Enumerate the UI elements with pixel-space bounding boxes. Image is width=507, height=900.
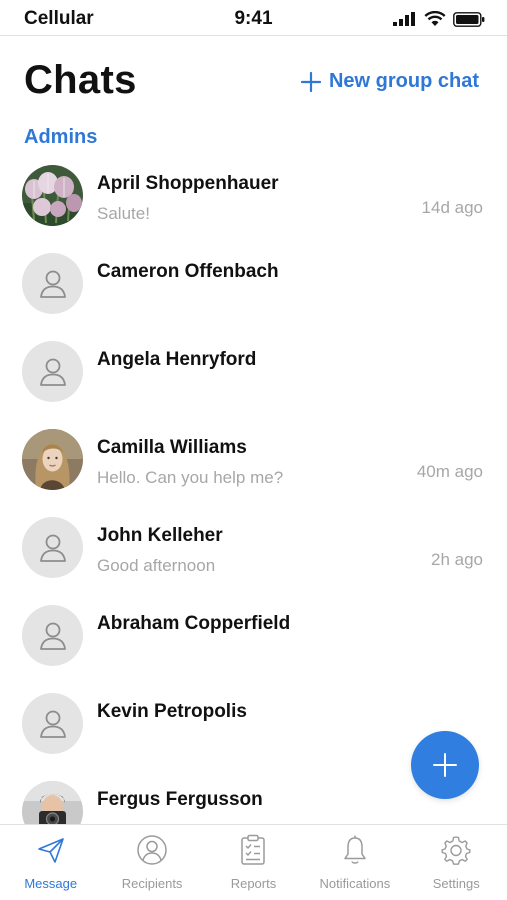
chat-name: Abraham Copperfield bbox=[97, 613, 291, 634]
tab-label: Settings bbox=[432, 876, 480, 891]
chat-preview: Hello. Can you help me? bbox=[97, 468, 284, 487]
chat-time: 14d ago bbox=[421, 198, 483, 217]
avatar bbox=[22, 341, 83, 402]
new-group-chat-button[interactable]: New group chat bbox=[300, 70, 479, 93]
user-placeholder-icon bbox=[39, 534, 66, 562]
chat-name: Camilla Williams bbox=[97, 437, 247, 458]
plus-icon bbox=[300, 71, 321, 92]
avatar bbox=[22, 517, 83, 578]
avatar bbox=[22, 605, 83, 666]
chat-name: Fergus Fergusson bbox=[97, 789, 263, 810]
battery-icon bbox=[453, 11, 485, 27]
gear-icon bbox=[441, 836, 471, 865]
chat-name: April Shoppenhauer bbox=[97, 173, 279, 194]
chat-row[interactable]: Camilla Williams Hello. Can you help me?… bbox=[0, 424, 507, 512]
user-placeholder-icon bbox=[39, 270, 66, 298]
user-placeholder-icon bbox=[39, 710, 66, 738]
tab-settings[interactable]: Settings bbox=[406, 825, 507, 900]
status-bar: Cellular 9:41 bbox=[0, 0, 507, 36]
tab-recipients[interactable]: Recipients bbox=[101, 825, 202, 900]
avatar bbox=[22, 253, 83, 314]
clipboard-checklist-icon bbox=[241, 834, 266, 865]
chat-name: Angela Henryford bbox=[97, 349, 257, 370]
tab-label: Reports bbox=[230, 876, 277, 891]
new-group-chat-label: New group chat bbox=[328, 70, 479, 92]
avatar-photo-tulips bbox=[22, 165, 83, 226]
tab-message[interactable]: Message bbox=[0, 825, 101, 900]
chat-row[interactable]: Abraham Copperfield bbox=[0, 600, 507, 688]
signal-icon bbox=[393, 12, 415, 26]
chat-name: Kevin Petropolis bbox=[97, 701, 247, 722]
tab-label: Message bbox=[24, 876, 78, 891]
chat-name: John Kelleher bbox=[97, 525, 223, 546]
chat-preview: Salute! bbox=[97, 204, 150, 223]
paper-plane-icon bbox=[37, 838, 64, 863]
bell-icon bbox=[344, 835, 366, 864]
tab-label: Notifications bbox=[319, 876, 391, 891]
avatar-photo-man-camera bbox=[22, 781, 83, 824]
tab-notifications[interactable]: Notifications bbox=[304, 825, 405, 900]
chat-preview: Good afternoon bbox=[97, 556, 216, 575]
tab-label: Recipients bbox=[121, 876, 183, 891]
avatar bbox=[22, 781, 83, 824]
chat-name: Cameron Offenbach bbox=[97, 261, 279, 282]
chat-row[interactable]: John Kelleher Good afternoon 2h ago bbox=[0, 512, 507, 600]
chat-row[interactable]: Cameron Offenbach bbox=[0, 248, 507, 336]
tab-reports[interactable]: Reports bbox=[203, 825, 304, 900]
wifi-icon bbox=[424, 11, 446, 26]
avatar bbox=[22, 165, 83, 226]
chat-time: 40m ago bbox=[416, 462, 483, 481]
header: Chats New group chat bbox=[24, 58, 479, 108]
section-label-admins: Admins bbox=[24, 126, 98, 148]
user-placeholder-icon bbox=[39, 358, 66, 386]
avatar bbox=[22, 429, 83, 490]
chat-row[interactable]: Angela Henryford bbox=[0, 336, 507, 424]
new-chat-fab-button[interactable] bbox=[411, 731, 479, 799]
user-circle-icon bbox=[137, 835, 167, 865]
status-icons bbox=[393, 11, 485, 27]
chat-row[interactable]: April Shoppenhauer Salute! 14d ago bbox=[0, 160, 507, 248]
user-placeholder-icon bbox=[39, 622, 66, 650]
tab-bar: Message Recipients Reports Notifications… bbox=[0, 824, 507, 900]
avatar bbox=[22, 693, 83, 754]
plus-icon bbox=[433, 753, 457, 777]
avatar-photo-woman bbox=[22, 429, 83, 490]
chat-time: 2h ago bbox=[431, 550, 483, 569]
page-title: Chats bbox=[24, 58, 137, 102]
chat-list[interactable]: April Shoppenhauer Salute! 14d ago Camer… bbox=[0, 160, 507, 824]
